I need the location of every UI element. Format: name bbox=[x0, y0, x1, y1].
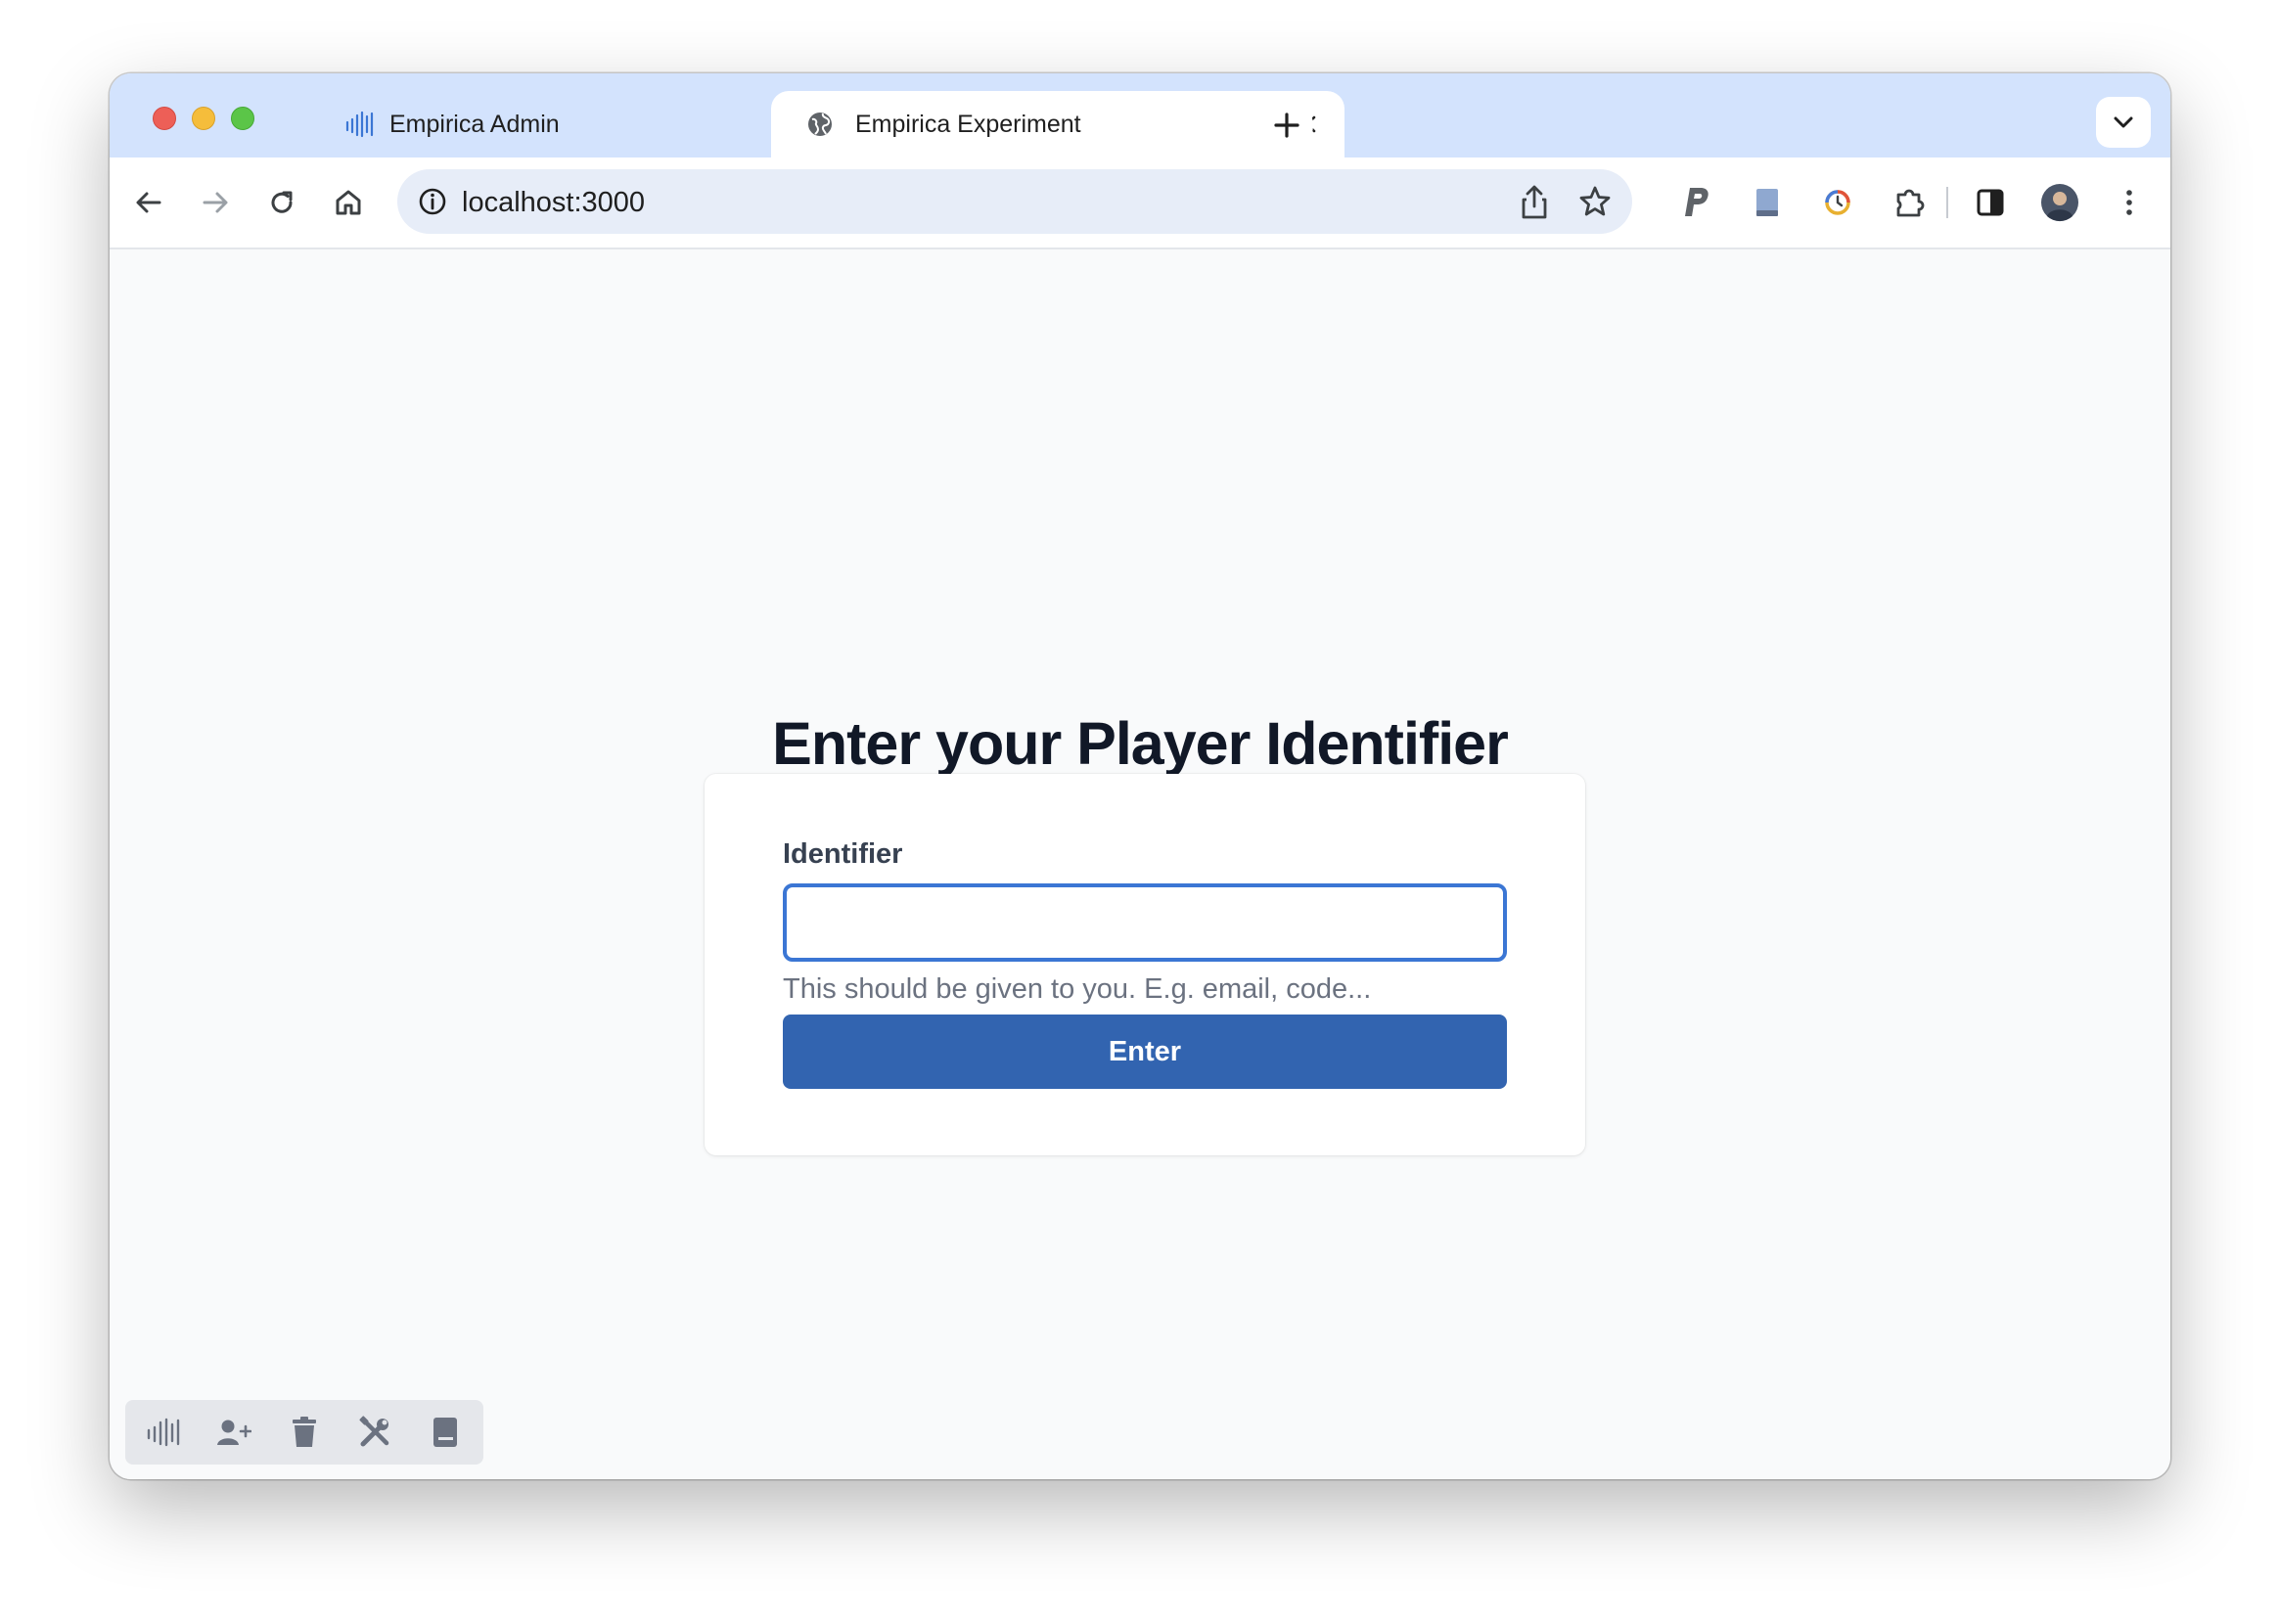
clock-extension-icon bbox=[1825, 190, 1850, 215]
identifier-label: Identifier bbox=[783, 838, 903, 870]
globe-icon bbox=[808, 113, 832, 136]
back-arrow-icon bbox=[136, 192, 161, 213]
more-menu-icon bbox=[2126, 190, 2132, 215]
profile-avatar[interactable] bbox=[2039, 182, 2080, 223]
tab-title: Empirica Experiment bbox=[855, 111, 1081, 138]
address-bar[interactable]: localhost:3000 bbox=[397, 169, 1632, 234]
side-panel-icon bbox=[1977, 189, 2004, 216]
forward-arrow-icon bbox=[203, 192, 228, 213]
url-text[interactable]: localhost:3000 bbox=[462, 187, 645, 219]
minimize-window-button[interactable] bbox=[192, 107, 215, 130]
more-menu-button[interactable] bbox=[2112, 185, 2147, 220]
extensions-puzzle-icon bbox=[1896, 189, 1925, 217]
empirica-logo-icon bbox=[345, 111, 374, 138]
new-tab-button[interactable] bbox=[1260, 99, 1313, 152]
plus-icon bbox=[1274, 113, 1299, 138]
book-icon bbox=[433, 1418, 457, 1447]
clock-extension-button[interactable] bbox=[1820, 185, 1855, 220]
home-button[interactable] bbox=[331, 185, 366, 220]
identifier-help-text: This should be given to you. E.g. email,… bbox=[783, 973, 1372, 1005]
add-player-icon bbox=[217, 1420, 251, 1445]
profile-avatar-icon bbox=[2041, 184, 2078, 222]
dev-add-player-button[interactable] bbox=[215, 1414, 252, 1451]
close-window-button[interactable] bbox=[153, 107, 176, 130]
tools-icon bbox=[359, 1416, 389, 1447]
back-button[interactable] bbox=[131, 185, 166, 220]
browser-toolbar: localhost:3000 bbox=[110, 158, 2170, 249]
browser-window: Empirica Admin Empirica Experiment local… bbox=[110, 73, 2170, 1479]
trash-icon bbox=[293, 1417, 316, 1447]
paypal-extension-button[interactable] bbox=[1679, 185, 1714, 220]
reload-button[interactable] bbox=[264, 185, 299, 220]
info-icon[interactable] bbox=[417, 186, 448, 217]
home-icon bbox=[336, 190, 361, 215]
toolbar-divider bbox=[1946, 187, 1948, 218]
tab-search-button[interactable] bbox=[2096, 97, 2151, 148]
dev-delete-button[interactable] bbox=[286, 1414, 323, 1451]
identifier-form-card: Identifier This should be given to you. … bbox=[705, 774, 1585, 1155]
dev-toolbar bbox=[125, 1400, 483, 1465]
side-panel-button[interactable] bbox=[1973, 185, 2008, 220]
page-title: Enter your Player Identifier bbox=[772, 710, 1509, 777]
forward-button[interactable] bbox=[198, 185, 233, 220]
tab-title: Empirica Admin bbox=[389, 111, 560, 138]
enter-button[interactable]: Enter bbox=[783, 1015, 1507, 1089]
identifier-input[interactable] bbox=[783, 883, 1507, 962]
page-content: Enter your Player Identifier Identifier … bbox=[110, 249, 2170, 1479]
empirica-logo-icon bbox=[147, 1418, 180, 1447]
reload-icon bbox=[271, 191, 293, 213]
bookmark-star-icon[interactable] bbox=[1577, 184, 1613, 219]
tab-empirica-experiment[interactable]: Empirica Experiment bbox=[771, 91, 1344, 158]
dev-docs-button[interactable] bbox=[427, 1414, 464, 1451]
extensions-button[interactable] bbox=[1892, 185, 1928, 220]
dev-empirica-button[interactable] bbox=[145, 1414, 182, 1451]
dev-tools-button[interactable] bbox=[356, 1414, 393, 1451]
book-extension-button[interactable] bbox=[1750, 185, 1785, 220]
book-extension-icon bbox=[1756, 189, 1778, 216]
paypal-extension-icon bbox=[1685, 188, 1708, 216]
chevron-down-icon bbox=[2114, 116, 2133, 128]
share-icon[interactable] bbox=[1517, 183, 1552, 220]
zoom-window-button[interactable] bbox=[231, 107, 254, 130]
tab-strip: Empirica Admin Empirica Experiment bbox=[110, 73, 2170, 158]
